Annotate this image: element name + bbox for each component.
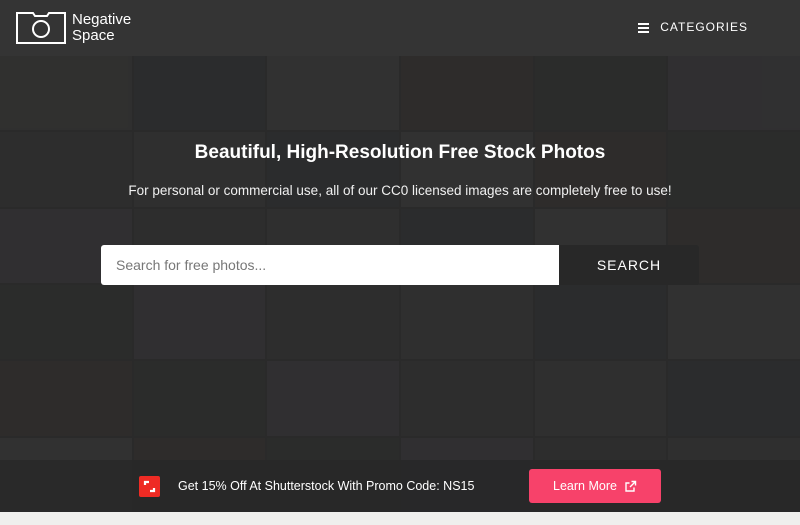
site-header: Negative Space CATEGORIES <box>0 0 800 56</box>
search-button[interactable]: SEARCH <box>559 245 699 285</box>
promo-text: Get 15% Off At Shutterstock With Promo C… <box>178 479 475 493</box>
page-footer-strip <box>0 512 800 525</box>
logo-text: Negative Space <box>72 12 131 44</box>
learn-more-button[interactable]: Learn More <box>529 469 661 503</box>
promo-bar: Get 15% Off At Shutterstock With Promo C… <box>0 460 800 512</box>
categories-menu[interactable]: CATEGORIES <box>638 20 748 34</box>
shutterstock-icon <box>139 476 160 497</box>
search-form: SEARCH <box>101 245 699 285</box>
search-input[interactable] <box>101 245 559 285</box>
logo-line-2: Space <box>72 27 115 44</box>
learn-more-label: Learn More <box>553 479 617 493</box>
hamburger-icon <box>638 22 650 33</box>
hero-title: Beautiful, High-Resolution Free Stock Ph… <box>194 142 606 163</box>
site-logo[interactable]: Negative Space <box>16 12 131 44</box>
categories-label: CATEGORIES <box>660 20 748 34</box>
logo-line-1: Negative <box>72 11 132 28</box>
hero-background: Beautiful, High-Resolution Free Stock Ph… <box>0 0 800 512</box>
hero-subtitle: For personal or commercial use, all of o… <box>128 183 672 198</box>
external-link-icon <box>625 480 637 492</box>
camera-logo-icon <box>16 12 66 44</box>
